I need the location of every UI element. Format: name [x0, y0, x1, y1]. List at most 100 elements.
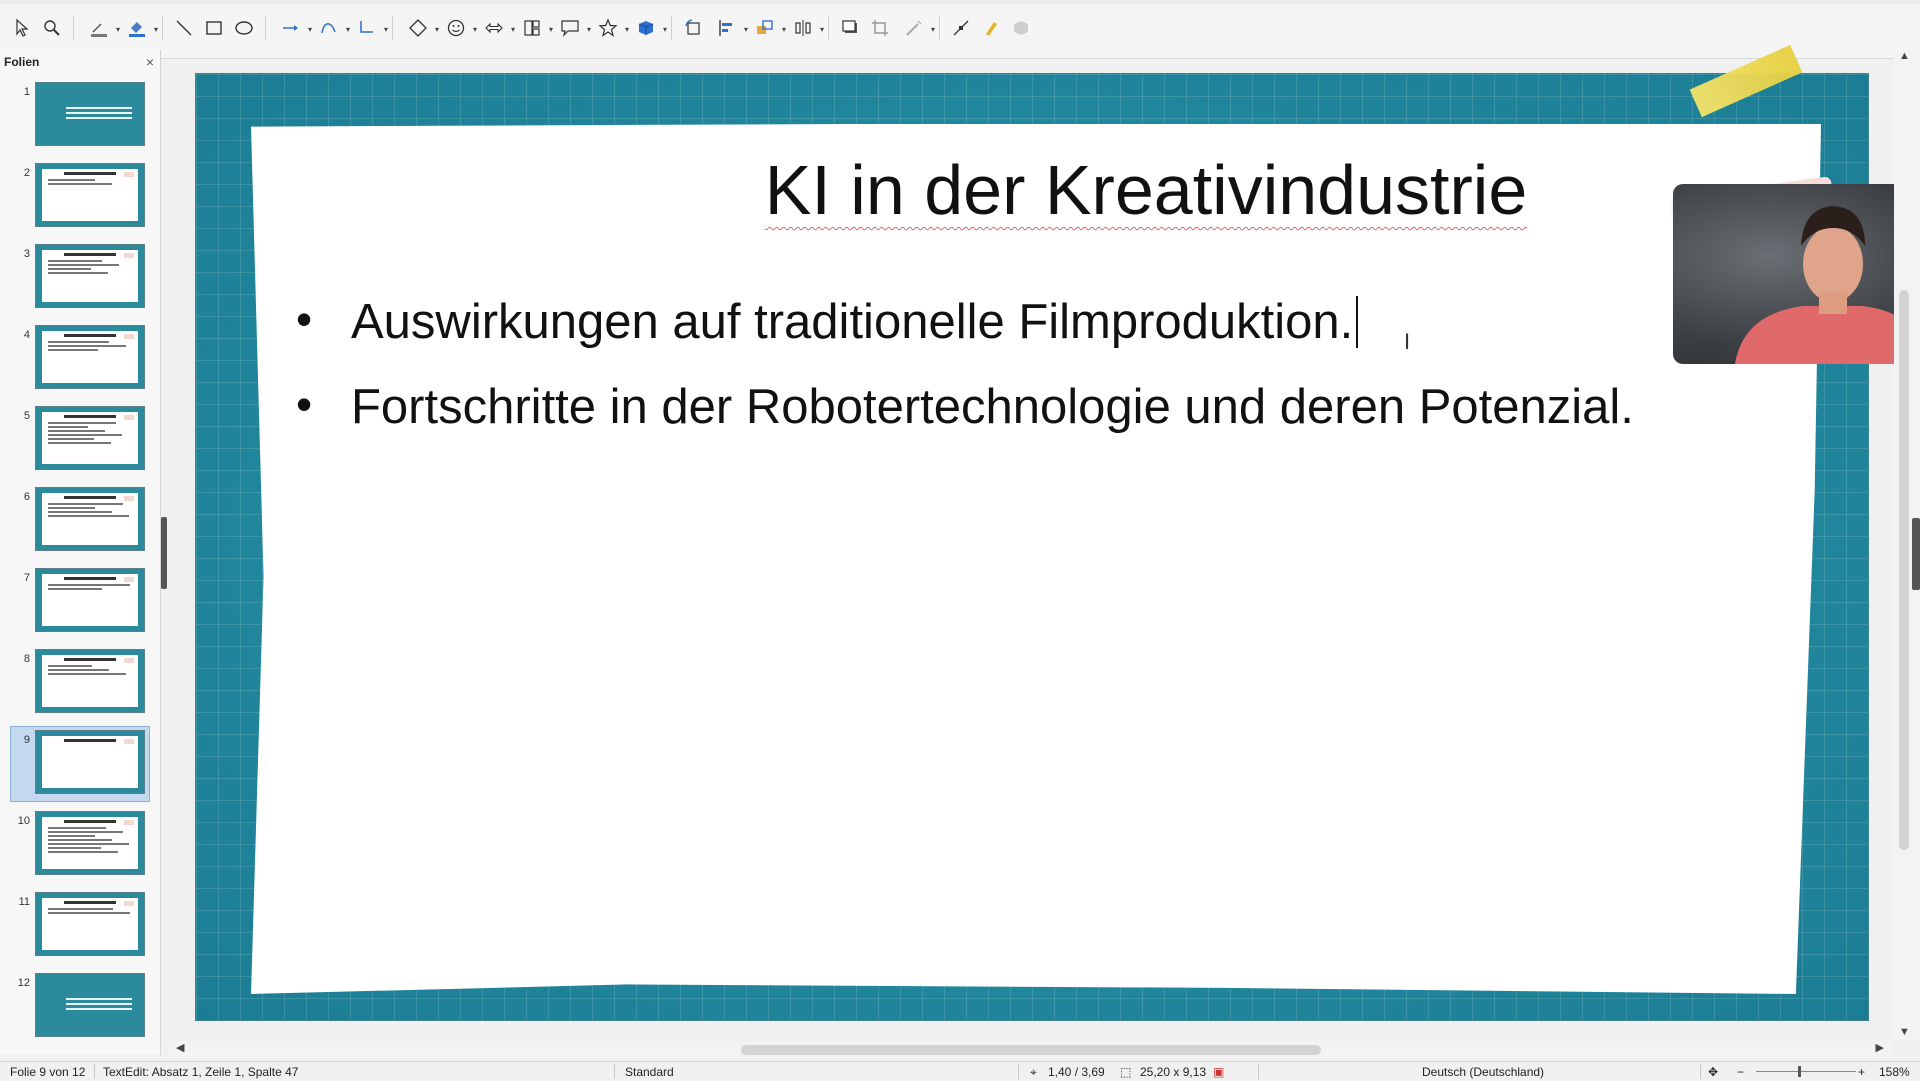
slide-thumbnail[interactable] [35, 892, 145, 956]
slide-number: 11 [18, 896, 30, 908]
toggle-extrusion-icon[interactable] [1007, 14, 1035, 42]
slide-thumbnail[interactable] [35, 973, 145, 1037]
slide-thumbnail[interactable] [35, 730, 145, 794]
line-icon[interactable] [170, 14, 198, 42]
edit-info: TextEdit: Absatz 1, Zeile 1, Spalte 47 [103, 1065, 299, 1079]
slide-thumbnail-row[interactable]: 7 [0, 568, 160, 649]
panel-splitter-handle[interactable] [161, 517, 167, 589]
presenter-image [1735, 206, 1920, 364]
slide-thumbnail-row[interactable]: 6 [0, 487, 160, 568]
status-separator [1700, 1064, 1701, 1079]
vertical-scroll-thumb[interactable] [1899, 290, 1909, 850]
slide-thumbnail[interactable] [35, 649, 145, 713]
slide-thumbnail-row[interactable]: 4 [0, 325, 160, 406]
distribute-icon[interactable]: ▾ [785, 14, 824, 42]
thumbnail-text-line [48, 912, 130, 914]
scroll-left-icon[interactable]: ◀ [176, 1041, 184, 1054]
scroll-right-icon[interactable]: ▶ [1876, 1041, 1884, 1054]
connector-icon[interactable]: ▾ [349, 14, 388, 42]
thumbnail-text-line [66, 107, 132, 109]
slide-number: 9 [23, 734, 30, 746]
rectangle-icon[interactable] [200, 14, 228, 42]
flowchart-icon[interactable]: ▾ [514, 14, 553, 42]
scroll-up-icon[interactable]: ▲ [1899, 50, 1910, 62]
line-color-icon[interactable]: ▾ [81, 14, 120, 42]
thumbnail-text-line [48, 341, 109, 343]
bullet-text: Auswirkungen auf traditionelle Filmprodu… [351, 295, 1354, 349]
slide-panel-title: Folien [4, 55, 40, 69]
slide-editing-area: KI in der Kreativindustrie Auswirkungen … [168, 44, 1920, 1050]
bullet-item[interactable]: Auswirkungen auf traditionelle Filmprodu… [296, 292, 1634, 350]
slide-thumbnail[interactable] [35, 325, 145, 389]
slide-thumbnail-row[interactable]: 10 [0, 811, 160, 892]
zoom-slider-knob[interactable] [1798, 1066, 1801, 1077]
slide-thumbnail-row[interactable]: 11 [0, 892, 160, 973]
sidebar-collapse-handle[interactable] [1912, 518, 1920, 590]
thumbnail-title-line [64, 739, 116, 742]
fill-color-icon[interactable]: ▾ [119, 14, 158, 42]
glue-icon[interactable] [977, 14, 1005, 42]
separator [392, 16, 393, 40]
diamond-icon[interactable]: ▾ [400, 14, 439, 42]
thumbnail-sticky [124, 334, 134, 339]
slide-thumbnail[interactable] [35, 487, 145, 551]
slide-thumbnail[interactable] [35, 568, 145, 632]
select-icon[interactable] [8, 14, 36, 42]
webcam-overlay [1673, 184, 1920, 364]
thumbnail-title-line [64, 496, 116, 499]
slide-thumbnail-row[interactable]: 9 [0, 726, 160, 811]
arrow-icon[interactable]: ▾ [273, 14, 312, 42]
ellipse-icon[interactable] [230, 14, 258, 42]
document-modified-icon[interactable]: ▣ [1213, 1065, 1224, 1079]
close-icon[interactable]: × [146, 54, 154, 70]
arrange-icon[interactable]: ▾ [747, 14, 786, 42]
star-icon[interactable]: ▾ [590, 14, 629, 42]
align-icon[interactable]: ▾ [709, 14, 748, 42]
zoom-icon[interactable] [38, 14, 66, 42]
zoom-slider[interactable] [1756, 1071, 1856, 1072]
language[interactable]: Deutsch (Deutschland) [1422, 1065, 1544, 1079]
thumbnail-paper [42, 655, 138, 707]
slide-thumbnail[interactable] [35, 406, 145, 470]
zoom-in-icon[interactable]: + [1858, 1065, 1865, 1079]
status-separator [1018, 1064, 1019, 1079]
slide-thumbnail-row[interactable]: 8 [0, 649, 160, 730]
slide-thumbnail[interactable] [35, 163, 145, 227]
status-separator [1258, 1064, 1259, 1079]
slide-thumbnail-row[interactable]: 3 [0, 244, 160, 325]
slide-thumbnail-row[interactable]: 1 [0, 82, 160, 163]
master-layout[interactable]: Standard [625, 1065, 674, 1079]
bullet-item[interactable]: Fortschritte in der Robotertechnologie u… [296, 377, 1634, 435]
shadow-icon[interactable] [836, 14, 864, 42]
rotate-icon[interactable] [679, 14, 707, 42]
horizontal-scroll-thumb[interactable] [741, 1045, 1321, 1055]
slide-canvas[interactable]: KI in der Kreativindustrie Auswirkungen … [195, 44, 1920, 1021]
callout-icon[interactable]: ▾ [552, 14, 591, 42]
horizontal-scrollbar[interactable]: ◀ ▶ [168, 1041, 1894, 1057]
slide-title[interactable]: KI in der Kreativindustrie [596, 150, 1696, 230]
zoom-out-icon[interactable]: − [1737, 1065, 1744, 1079]
crop-icon[interactable] [866, 14, 894, 42]
thumbnail-text-line [48, 268, 91, 270]
slide-thumbnail[interactable] [35, 244, 145, 308]
slide-thumbnail-row[interactable]: 2 [0, 163, 160, 244]
fit-slide-icon[interactable]: ✥ [1708, 1065, 1718, 1079]
smiley-icon[interactable]: ▾ [438, 14, 477, 42]
curve-icon[interactable]: ▾ [311, 14, 350, 42]
slide-bullet-list[interactable]: Auswirkungen auf traditionelle Filmprodu… [296, 292, 1634, 464]
slide-thumbnail-row[interactable]: 12 [0, 973, 160, 1054]
thumbnail-sticky [124, 577, 134, 582]
separator [73, 16, 74, 40]
thumbnail-text-line [48, 843, 129, 845]
double-arrow-icon[interactable]: ▾ [476, 14, 515, 42]
slide-thumbnail[interactable] [35, 82, 145, 146]
bullet-text: Fortschritte in der Robotertechnologie u… [351, 380, 1634, 434]
slide-thumbnail[interactable] [35, 811, 145, 875]
thumbnail-text-line [48, 434, 122, 436]
points-icon[interactable] [947, 14, 975, 42]
3d-object-icon[interactable]: ▾ [628, 14, 667, 42]
scroll-down-icon[interactable]: ▼ [1899, 1026, 1910, 1038]
zoom-level[interactable]: 158% [1879, 1065, 1910, 1079]
filter-icon[interactable]: ▾ [896, 14, 935, 42]
slide-thumbnail-row[interactable]: 5 [0, 406, 160, 487]
